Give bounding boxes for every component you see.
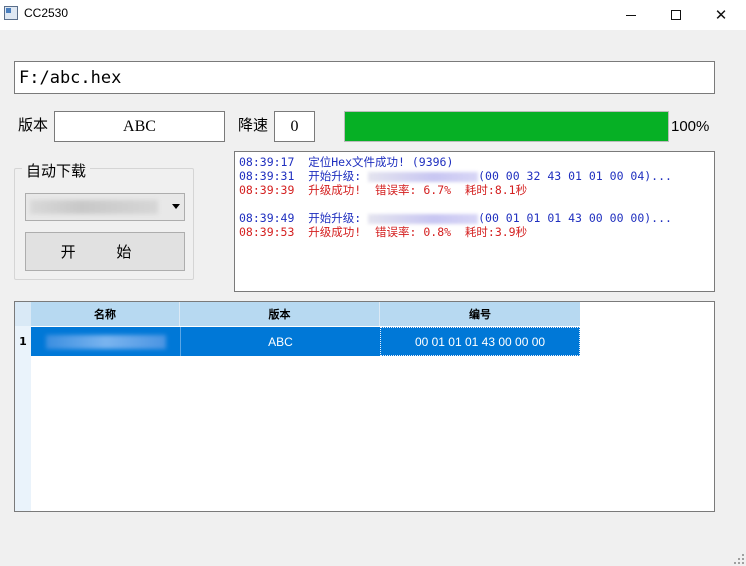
log-output[interactable]: 08:39:17 定位Hex文件成功! (9396) 08:39:31 开始升级:… bbox=[234, 151, 715, 292]
app-icon bbox=[4, 6, 18, 20]
table-corner[interactable] bbox=[15, 302, 31, 326]
column-header-name[interactable]: 名称 bbox=[31, 302, 180, 326]
device-select[interactable] bbox=[25, 193, 185, 221]
file-path-field[interactable]: F:/abc.hex bbox=[14, 61, 715, 94]
log-device-id: (00 01 01 01 43 00 00 00)... bbox=[478, 211, 672, 225]
resize-grip-icon[interactable] bbox=[734, 554, 744, 564]
column-header-version[interactable]: 版本 bbox=[180, 302, 380, 326]
close-icon: ✕ bbox=[714, 6, 728, 24]
speed-label: 降速 bbox=[238, 116, 269, 134]
table-cell-version[interactable]: ABC bbox=[180, 327, 380, 356]
row-number[interactable]: 1 bbox=[15, 327, 31, 356]
maximize-button[interactable] bbox=[653, 0, 699, 30]
log-time: 08:39:39 bbox=[239, 183, 295, 197]
log-message: 升级成功! 错误率: 0.8% 耗时:3.9秒 bbox=[294, 225, 528, 239]
log-time: 08:39:17 bbox=[239, 155, 295, 169]
log-line: 08:39:31 开始升级: (00 00 32 43 01 01 00 04)… bbox=[239, 169, 714, 183]
log-device-id: (00 00 32 43 01 01 00 04)... bbox=[478, 169, 672, 183]
log-line: 08:39:53 升级成功! 错误率: 0.8% 耗时:3.9秒 bbox=[239, 225, 714, 239]
redacted-device-name bbox=[368, 171, 479, 182]
progress-percent: 100% bbox=[671, 118, 710, 135]
table-cell-name[interactable] bbox=[31, 327, 180, 356]
start-button[interactable]: 开 始 bbox=[25, 232, 185, 271]
device-select-value bbox=[30, 200, 158, 214]
version-label: 版本 bbox=[18, 116, 49, 134]
speed-field[interactable]: 0 bbox=[274, 111, 315, 142]
chevron-down-icon bbox=[172, 204, 180, 209]
log-time: 08:39:49 bbox=[239, 211, 295, 225]
log-line: 08:39:17 定位Hex文件成功! (9396) bbox=[239, 155, 714, 169]
table-cell-code[interactable]: 00 01 01 01 43 00 00 00 bbox=[380, 327, 580, 356]
auto-download-title: 自动下载 bbox=[22, 160, 91, 181]
log-line: 08:39:49 开始升级: (00 01 01 01 43 00 00 00)… bbox=[239, 211, 714, 225]
redacted-name bbox=[45, 334, 166, 349]
progress-bar bbox=[344, 111, 669, 142]
log-time: 08:39:31 bbox=[239, 169, 295, 183]
redacted-device-name bbox=[368, 213, 479, 224]
version-field[interactable]: ABC bbox=[54, 111, 225, 142]
log-message: 定位Hex文件成功! (9396) bbox=[294, 155, 454, 169]
log-line: 08:39:39 升级成功! 错误率: 6.7% 耗时:8.1秒 bbox=[239, 183, 714, 197]
log-message: 开始升级: bbox=[294, 169, 369, 183]
window-title: CC2530 bbox=[24, 6, 69, 20]
log-message: 开始升级: bbox=[294, 211, 369, 225]
progress-fill bbox=[345, 112, 668, 141]
column-header-code[interactable]: 编号 bbox=[380, 302, 580, 326]
minimize-icon bbox=[626, 14, 636, 16]
title-bar: CC2530 ✕ bbox=[0, 0, 746, 30]
maximize-icon bbox=[671, 10, 681, 20]
log-message: 升级成功! 错误率: 6.7% 耗时:8.1秒 bbox=[294, 183, 528, 197]
device-table: 名称 版本 编号 1 ABC 00 01 01 01 43 00 00 00 bbox=[14, 301, 715, 512]
minimize-button[interactable] bbox=[608, 0, 654, 30]
close-button[interactable]: ✕ bbox=[698, 0, 744, 30]
log-time: 08:39:53 bbox=[239, 225, 295, 239]
